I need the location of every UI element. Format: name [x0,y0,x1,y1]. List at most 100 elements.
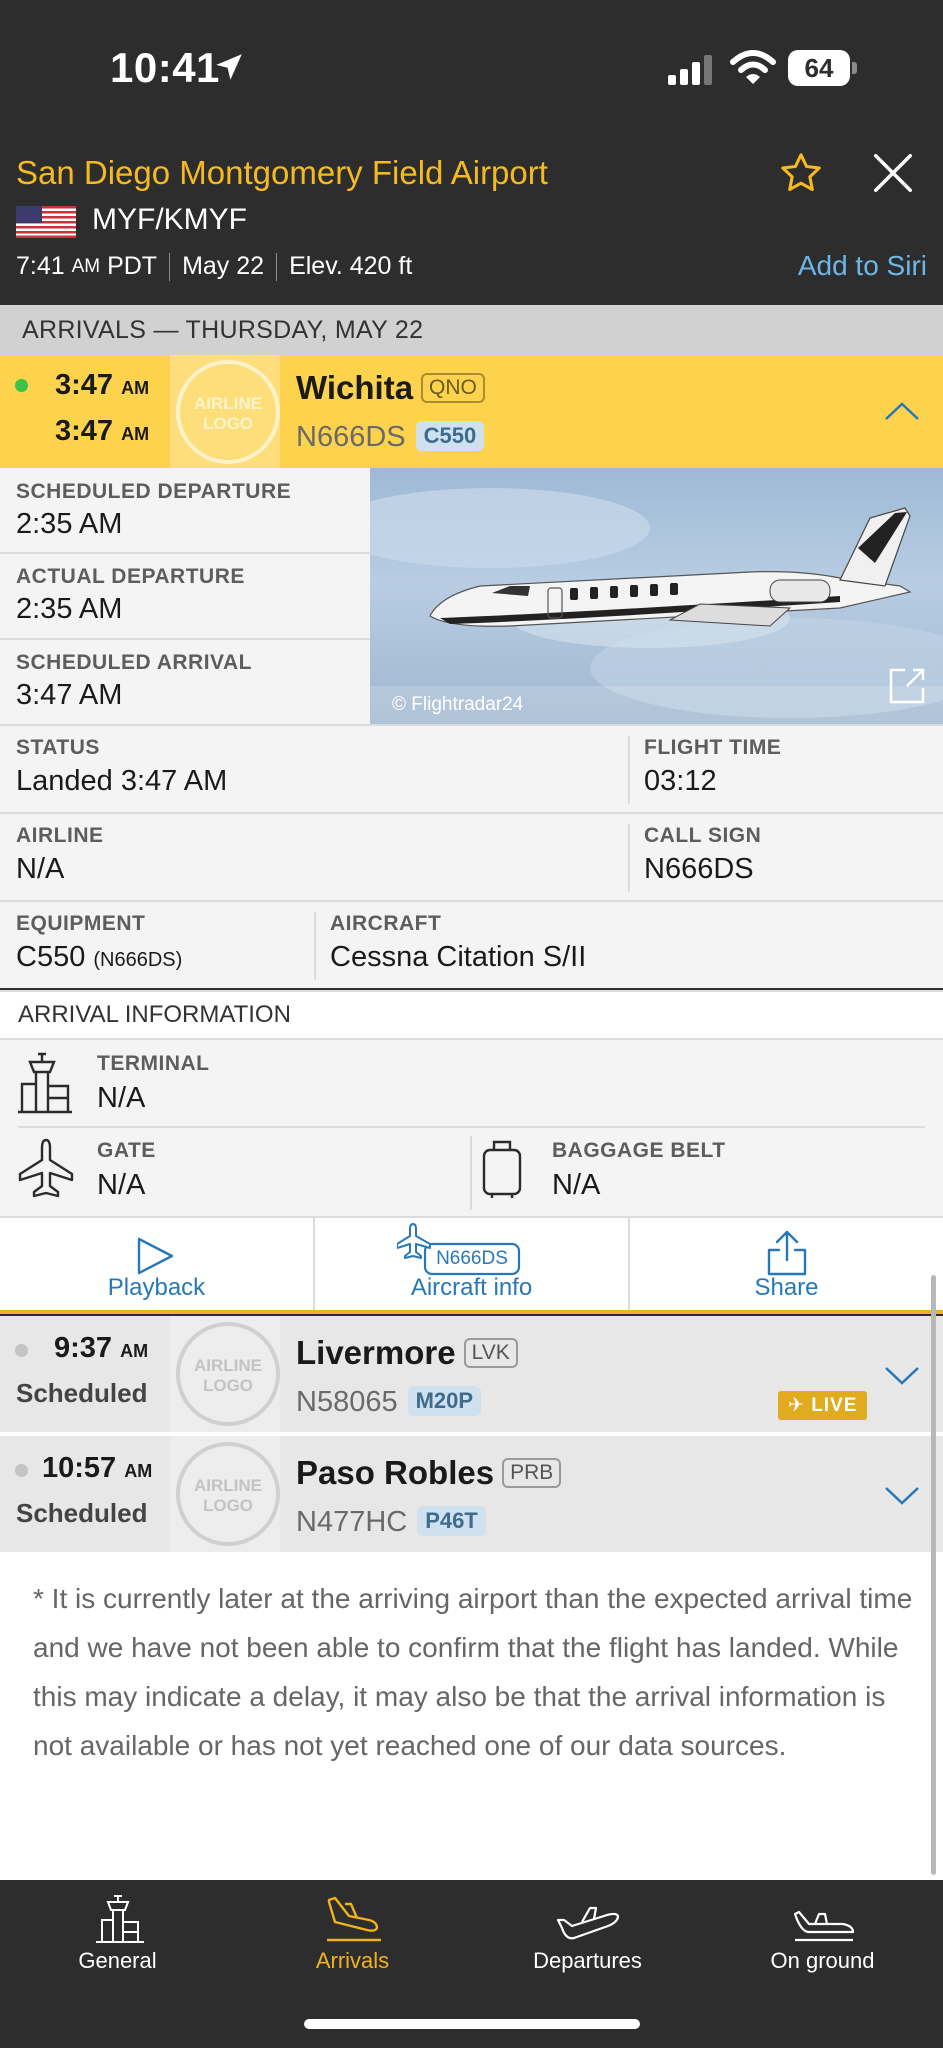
gate-airplane-icon [18,1138,74,1198]
aircraft-label: AIRCRAFT [330,912,442,935]
local-time: 7:41 [16,252,65,280]
tab-general[interactable]: General [0,1894,235,1974]
expanded-row-divider [0,1310,943,1314]
tab-departures[interactable]: Departures [470,1894,705,1974]
clock: 10:41 [110,44,220,91]
airline-logo-placeholder: AIRLINE LOGO [176,1322,280,1426]
gate-label: GATE [97,1139,156,1162]
flight-status: Scheduled [16,1378,148,1408]
favorite-star-icon[interactable] [778,150,824,196]
flight-time-label: FLIGHT TIME [644,736,782,759]
landed-status-dot [15,379,28,392]
chevron-up-icon[interactable] [883,399,921,423]
actual-departure-label: ACTUAL DEPARTURE [16,565,245,588]
equipment-label: EQUIPMENT [16,912,146,935]
airport-name: San Diego Montgomery Field Airport [16,154,548,191]
baggage-belt-value: N/A [552,1169,601,1201]
equipment-value: C550 (N666DS) [16,941,183,973]
play-icon [137,1237,174,1275]
chevron-down-icon[interactable] [883,1364,921,1388]
aircraft-info-label: Aircraft info [410,1274,533,1301]
flight-row[interactable]: 10:57 AM Scheduled AIRLINE LOGO Paso Rob… [0,1436,943,1552]
aircraft-type-badge: M20P [407,1386,482,1416]
origin-code: QNO [421,373,485,403]
airport-info-line: 7:41 AM PDT May 22 Elev. 420 ft [16,252,412,281]
airport-codes: MYF/KMYF [92,203,247,236]
close-icon[interactable] [870,150,916,196]
battery-level: 64 [804,53,834,83]
home-indicator [304,2019,640,2029]
add-to-siri-link[interactable]: Add to Siri [798,250,927,282]
share-button[interactable]: Share [630,1218,943,1312]
status-dot [15,1344,28,1357]
aircraft-info-reg: N666DS [436,1248,508,1269]
aircraft-value: Cessna Citation S/II [330,941,587,973]
chevron-down-icon[interactable] [883,1484,921,1508]
flight-actions: Playback N666DS Aircraft info Share [0,1216,943,1312]
airline-logo-placeholder: AIRLINE LOGO [176,1442,280,1546]
plane-departure-icon [556,1906,619,1940]
scrollbar[interactable] [931,1275,936,1875]
aircraft-photo[interactable]: © Flightradar24 [370,468,943,724]
flight-status: Scheduled [16,1498,148,1528]
arrival-information: TERMINAL N/A GATE N/A BAGGAGE BELT N/A [0,1040,943,1216]
flight-row-expanded[interactable]: 3:47 AM 3:47 AM AIRLINE LOGO Wichita QNO … [0,355,943,468]
origin-code: LVK [463,1338,518,1368]
playback-button[interactable]: Playback [0,1218,315,1312]
status-label: STATUS [16,736,100,759]
scheduled-arrival-label: SCHEDULED ARRIVAL [16,651,253,674]
playback-label: Playback [107,1274,206,1301]
control-tower-icon [18,1052,72,1114]
wifi-icon [730,50,776,84]
origin-city: Paso Robles PRB [296,1454,562,1492]
arrivals-date-header: ARRIVALS — THURSDAY, MAY 22 [0,305,943,355]
airline-logo-cell: AIRLINE LOGO [170,355,280,468]
airline-label: AIRLINE [16,824,104,847]
share-label: Share [754,1274,819,1301]
gate-value: N/A [97,1169,146,1201]
terminal-label: TERMINAL [97,1052,210,1075]
plane-on-ground-icon [793,1910,854,1942]
arrival-time: 10:57 AM [42,1452,153,1484]
share-icon [767,1230,807,1276]
tab-arrivals[interactable]: Arrivals [235,1894,470,1974]
flight-row[interactable]: 9:37 AM Scheduled AIRLINE LOGO Livermore… [0,1316,943,1432]
baggage-icon [482,1140,522,1198]
timezone: PDT [107,252,158,280]
arrival-time: 9:37 AM [54,1332,149,1364]
flight-details: SCHEDULED DEPARTURE 2:35 AM ACTUAL DEPAR… [0,468,943,988]
open-external-icon[interactable] [887,666,927,706]
airport-header: San Diego Montgomery Field Airport MYF/K… [0,140,943,305]
registration: N58065 M20P [296,1386,482,1419]
call-sign-value: N666DS [644,853,754,885]
us-flag-icon [16,206,76,238]
registration: N666DS C550 [296,421,485,454]
arrival-information-heading: ARRIVAL INFORMATION [0,990,943,1040]
live-badge: ✈ LIVE [778,1391,868,1420]
arrival-time-actual: 3:47 AM [55,415,150,447]
battery-icon: 64 [788,50,858,86]
local-date: May 22 [182,252,265,280]
terminal-value: N/A [97,1082,146,1114]
flight-time-value: 03:12 [644,765,717,797]
signal-icon [668,55,712,85]
aircraft-info-button[interactable]: N666DS Aircraft info [315,1218,630,1312]
origin-city: Livermore LVK [296,1334,518,1372]
control-tower-icon [95,1895,144,1943]
aircraft-type-badge: P46T [417,1506,486,1536]
scheduled-arrival-value: 3:47 AM [16,679,123,711]
airline-logo-cell: AIRLINE LOGO [170,1436,280,1552]
photo-credit: © Flightradar24 [392,694,524,715]
delay-disclaimer: * It is currently later at the arriving … [0,1552,943,1880]
airline-value: N/A [16,853,65,885]
registration: N477HC P46T [296,1506,486,1539]
status-bar: 10:41 64 [0,0,943,140]
airline-logo-placeholder: AIRLINE LOGO [176,360,280,464]
call-sign-label: CALL SIGN [644,824,762,847]
origin-code: PRB [502,1458,562,1488]
aircraft-type-badge: C550 [415,421,485,451]
origin-city: Wichita QNO [296,369,485,407]
airline-logo-cell: AIRLINE LOGO [170,1316,280,1432]
status-dot [15,1464,28,1477]
tab-on-ground[interactable]: On ground [705,1894,940,1974]
